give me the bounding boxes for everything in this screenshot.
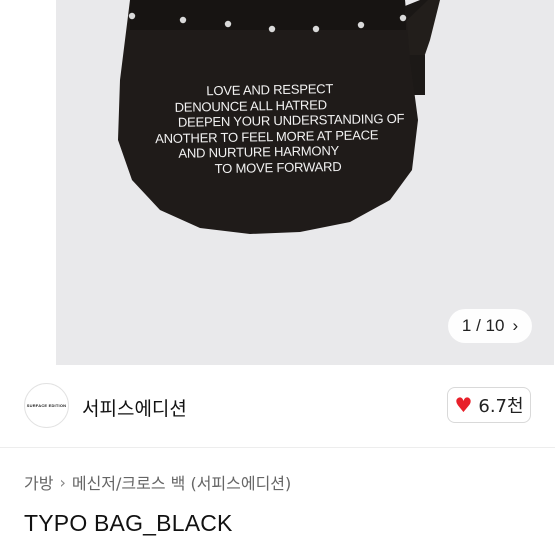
product-image-gallery[interactable]: LOVE AND RESPECT DENOUNCE ALL HATRED DEE… [0, 0, 555, 365]
image-counter-text: 1 / 10 [461, 316, 505, 335]
image-counter-button[interactable]: 1 / 10 › [448, 309, 532, 343]
seller-row: SURFACE EDITION 서피스에디션 ♥ 6.7천 [0, 365, 555, 447]
chevron-right-icon: › [512, 316, 519, 335]
seller-avatar[interactable]: SURFACE EDITION [24, 383, 69, 428]
heart-icon: ♥ [454, 393, 473, 417]
breadcrumb-item-category[interactable]: 가방 [24, 470, 53, 494]
breadcrumb: 가방 › 메신저/크로스 백 (서피스에디션) [24, 470, 291, 494]
like-count: 6.7천 [478, 396, 524, 417]
seller-logo-text: SURFACE EDITION [26, 403, 67, 408]
product-title: TYPO BAG_BLACK [24, 510, 233, 536]
seller-name[interactable]: 서피스에디션 [82, 394, 187, 421]
bag-print-text: LOVE AND RESPECT DENOUNCE ALL HATRED DEE… [154, 80, 406, 177]
breadcrumb-item-subcategory[interactable]: 메신저/크로스 백 (서피스에디션) [72, 470, 291, 494]
section-divider [0, 447, 555, 448]
like-button[interactable]: ♥ 6.7천 [447, 387, 531, 423]
chevron-right-icon: › [59, 472, 66, 492]
